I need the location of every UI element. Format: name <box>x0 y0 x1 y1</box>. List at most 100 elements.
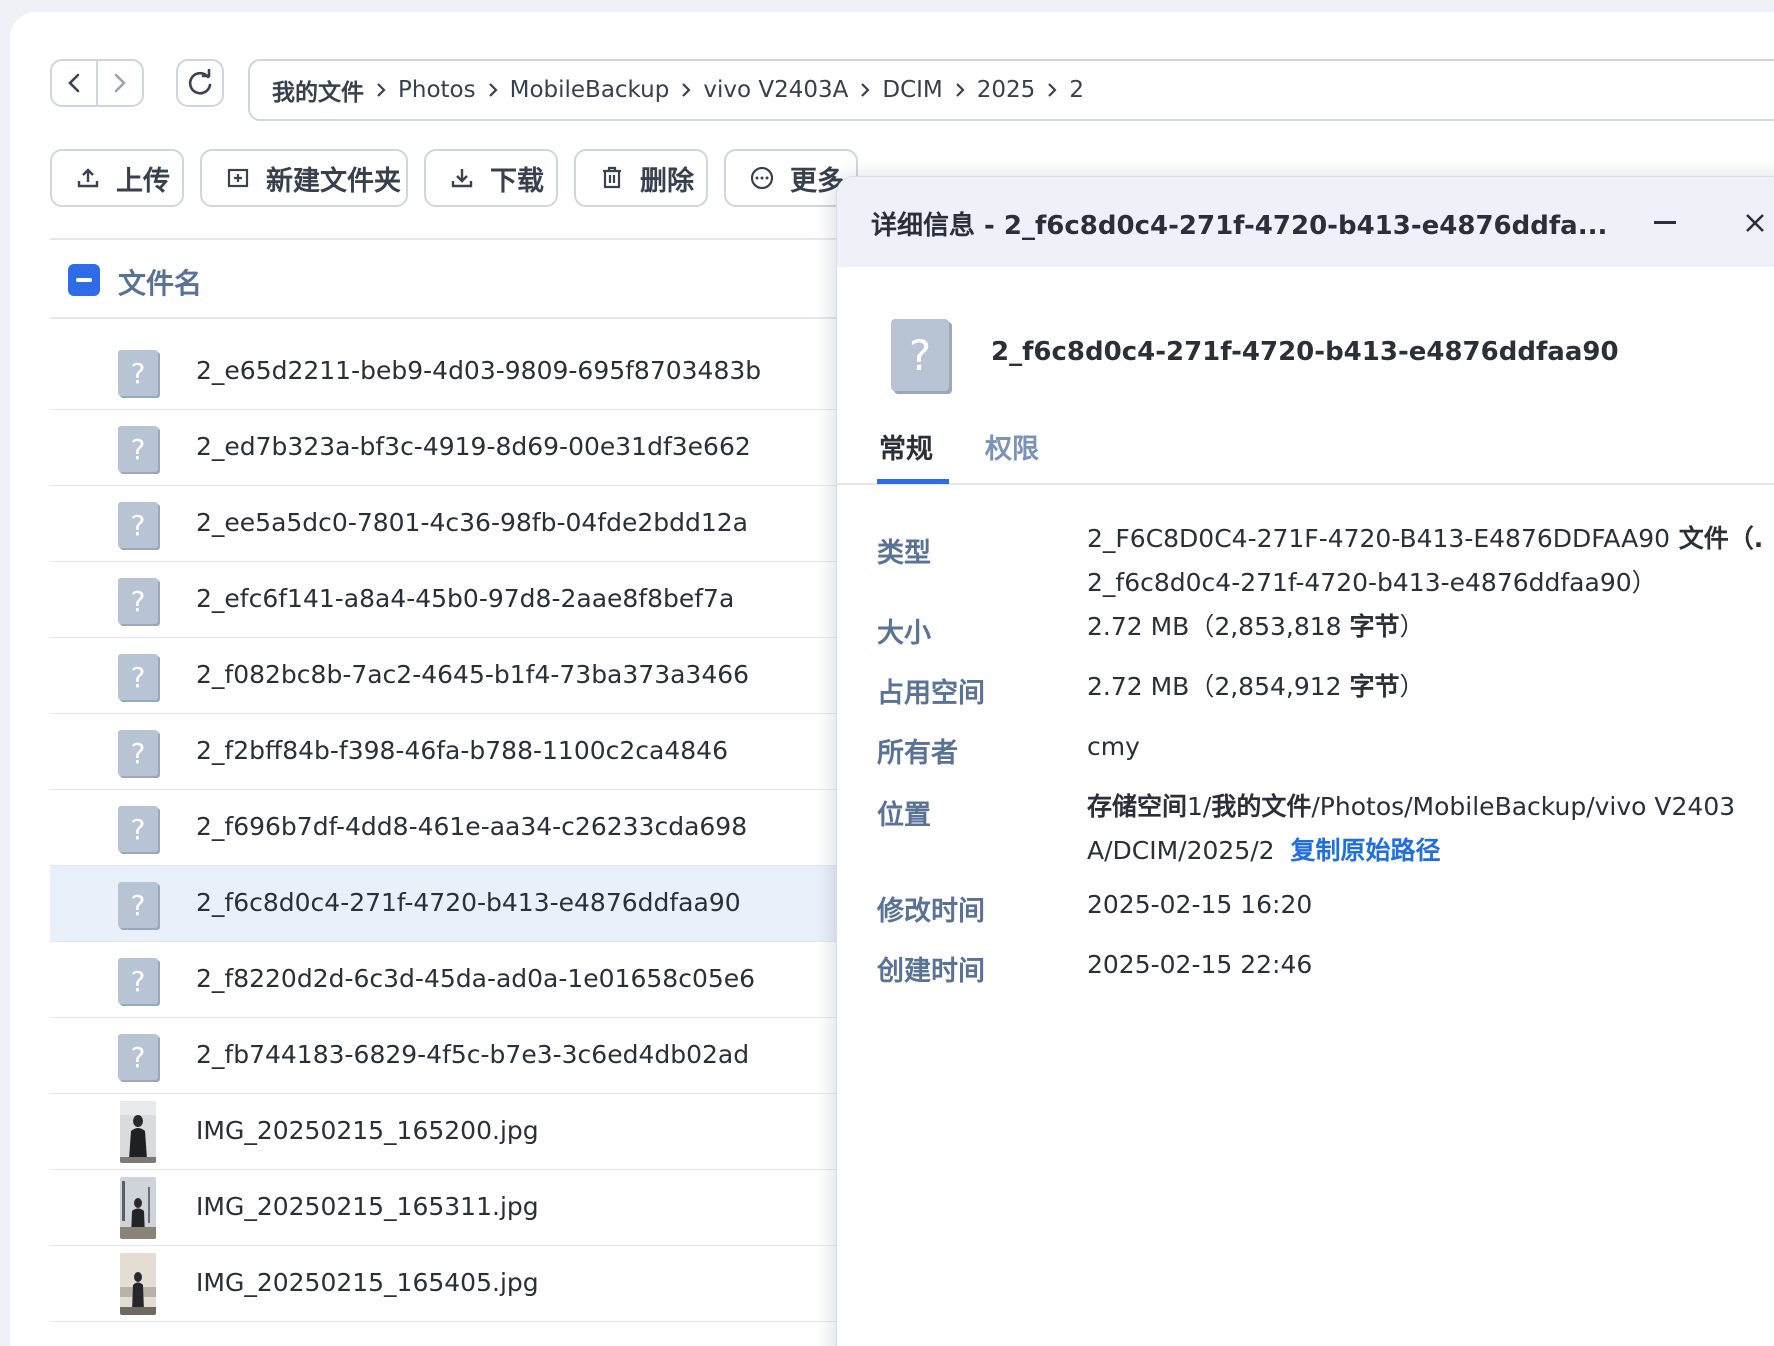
owner-label: 所有者 <box>877 738 958 769</box>
modified-value: 2025-02-15 16:20 <box>1087 890 1313 919</box>
chevron-right-icon <box>488 82 498 98</box>
filename-column-header[interactable]: 文件名 <box>118 262 202 302</box>
new-folder-button[interactable]: 新建文件夹 <box>200 149 408 207</box>
occupied-number: 2.72 MB（2,854,912 <box>1087 672 1350 701</box>
chevron-left-icon <box>68 73 80 93</box>
created-label: 创建时间 <box>877 956 985 987</box>
back-button[interactable] <box>52 61 96 105</box>
location-path2: A/DCIM/2025/2 <box>1087 836 1275 865</box>
location-value: 存储空间1/我的文件/Photos/MobileBackup/vivo V240… <box>1087 785 1774 873</box>
file-name: 2_ee5a5dc0-7801-4c36-98fb-04fde2bdd12a <box>196 508 748 537</box>
upload-button[interactable]: 上传 <box>50 149 184 207</box>
chevron-right-icon <box>114 73 126 93</box>
refresh-button[interactable] <box>176 59 224 107</box>
download-button[interactable]: 下载 <box>424 149 558 207</box>
file-row[interactable]: IMG_20250215_165311.jpg <box>50 1170 850 1246</box>
file-name: 2_fb744183-6829-4f5c-b7e3-3c6ed4db02ad <box>196 1040 750 1069</box>
file-name: 2_f082bc8b-7ac2-4645-b1f4-73ba373a3466 <box>196 660 750 689</box>
breadcrumb-item[interactable]: MobileBackup <box>510 77 670 103</box>
created-value: 2025-02-15 22:46 <box>1087 950 1313 979</box>
unknown-file-icon: ? <box>118 730 158 776</box>
file-row[interactable]: ? 2_ee5a5dc0-7801-4c36-98fb-04fde2bdd12a <box>50 486 850 562</box>
photo-thumbnail <box>120 1177 156 1239</box>
type-value: 2_F6C8D0C4-271F-4720-B413-E4876DDFAA90 文… <box>1087 517 1774 605</box>
file-name: IMG_20250215_165311.jpg <box>196 1192 539 1221</box>
file-row[interactable]: IMG_20250215_165405.jpg <box>50 1246 850 1322</box>
file-name: 2_ed7b323a-bf3c-4919-8d69-00e31df3e662 <box>196 432 751 461</box>
file-list: 文件名 ? 2_e65d2211-beb9-4d03-9809-695f87034… <box>50 238 850 1346</box>
upload-icon <box>77 168 99 188</box>
type-value-line2: 2_f6c8d0c4-271f-4720-b413-e4876ddfaa90） <box>1087 568 1657 597</box>
minimize-icon <box>1654 221 1676 224</box>
file-name: IMG_20250215_165200.jpg <box>196 1116 539 1145</box>
file-row[interactable]: ? 2_efc6f141-a8a4-45b0-97d8-2aae8f8bef7a <box>50 562 850 638</box>
chevron-right-icon <box>376 82 386 98</box>
file-name: 2_f6c8d0c4-271f-4720-b413-e4876ddfaa90 <box>196 888 741 917</box>
file-name: 2_f8220d2d-6c3d-45da-ad0a-1e01658c05e6 <box>196 964 756 993</box>
details-title: 详细信息 - 2_f6c8d0c4-271f-4720-b413-e4876dd… <box>871 211 1608 241</box>
file-name: 2_e65d2211-beb9-4d03-9809-695f8703483b <box>196 356 762 385</box>
download-icon <box>451 169 473 188</box>
more-icon <box>750 166 774 190</box>
unknown-file-icon: ? <box>118 1034 158 1080</box>
details-panel: 详细信息 - 2_f6c8d0c4-271f-4720-b413-e4876dd… <box>836 176 1774 1346</box>
breadcrumb-item[interactable]: 2025 <box>977 77 1036 103</box>
unknown-file-icon: ? <box>118 806 158 852</box>
forward-button[interactable] <box>96 61 142 105</box>
occupied-unit: 字节 <box>1349 672 1400 701</box>
breadcrumb-item[interactable]: vivo V2403A <box>703 77 848 103</box>
close-button[interactable] <box>1735 203 1774 243</box>
file-manager-window: 我的文件 Photos MobileBackup vivo V2403A DCIM 202… <box>10 12 1774 1346</box>
file-row[interactable]: ? 2_e65d2211-beb9-4d03-9809-695f8703483b <box>50 334 850 410</box>
occupied-label: 占用空间 <box>877 678 985 709</box>
type-value-line1: 2_F6C8D0C4-271F-4720-B413-E4876DDFAA90 <box>1087 524 1671 553</box>
unknown-file-icon: ? <box>118 426 158 472</box>
file-row[interactable]: ? 2_f8220d2d-6c3d-45da-ad0a-1e01658c05e6 <box>50 942 850 1018</box>
breadcrumb-item[interactable]: 我的文件 <box>272 73 364 107</box>
unknown-file-icon: ? <box>118 578 158 624</box>
new-folder-label: 新建文件夹 <box>266 165 401 197</box>
type-value-suffix: 文件（. <box>1670 524 1764 553</box>
chevron-right-icon <box>1047 82 1057 98</box>
breadcrumb-item[interactable]: Photos <box>398 77 476 103</box>
list-header: 文件名 <box>50 240 850 319</box>
location-storage: 存储空间 <box>1087 792 1188 821</box>
size-number: 2.72 MB（2,853,818 <box>1087 612 1350 641</box>
unknown-file-icon: ? <box>118 654 158 700</box>
minimize-button[interactable] <box>1645 203 1685 243</box>
close-icon <box>1746 214 1764 232</box>
details-header: 详细信息 - 2_f6c8d0c4-271f-4720-b413-e4876dd… <box>837 177 1774 267</box>
breadcrumb-item[interactable]: 2 <box>1069 77 1084 103</box>
details-file-name: 2_f6c8d0c4-271f-4720-b413-e4876ddfaa90 <box>991 337 1619 367</box>
select-all-checkbox[interactable] <box>68 264 100 296</box>
chevron-right-icon <box>681 82 691 98</box>
file-row[interactable]: IMG_20250215_165200.jpg <box>50 1094 850 1170</box>
tab-permissions[interactable]: 权限 <box>985 427 1039 466</box>
file-row[interactable]: ? 2_f6c8d0c4-271f-4720-b413-e4876ddfaa90 <box>50 866 850 942</box>
file-row[interactable]: ? 2_fb744183-6829-4f5c-b7e3-3c6ed4db02ad <box>50 1018 850 1094</box>
tab-general[interactable]: 常规 <box>879 427 933 466</box>
file-row[interactable]: ? 2_ed7b323a-bf3c-4919-8d69-00e31df3e662 <box>50 410 850 486</box>
location-path1: /Photos/MobileBackup/vivo V2403 <box>1311 792 1736 821</box>
occupied-value: 2.72 MB（2,854,912 字节） <box>1087 665 1774 709</box>
location-storage-num: 1/ <box>1187 792 1212 821</box>
file-row[interactable]: ? 2_f2bff84b-f398-46fa-b788-1100c2ca4846 <box>50 714 850 790</box>
file-row[interactable]: ? 2_f082bc8b-7ac2-4645-b1f4-73ba373a3466 <box>50 638 850 714</box>
modified-label: 修改时间 <box>877 896 985 927</box>
chevron-right-icon <box>955 82 965 98</box>
upload-label: 上传 <box>116 165 170 197</box>
location-myfiles: 我的文件 <box>1211 792 1312 821</box>
file-row[interactable]: ? 2_f696b7df-4dd8-461e-aa34-c26233cda698 <box>50 790 850 866</box>
breadcrumb-item[interactable]: DCIM <box>882 77 942 103</box>
copy-path-link[interactable]: 复制原始路径 <box>1290 836 1440 865</box>
file-name: IMG_20250215_165405.jpg <box>196 1268 539 1297</box>
unknown-file-icon: ? <box>118 350 158 396</box>
chevron-right-icon <box>860 82 870 98</box>
unknown-file-icon: ? <box>118 882 158 928</box>
photo-thumbnail <box>120 1101 156 1163</box>
download-label: 下载 <box>490 165 544 197</box>
size-unit: 字节 <box>1349 612 1400 641</box>
owner-value: cmy <box>1087 732 1140 761</box>
delete-button[interactable]: 删除 <box>574 149 708 207</box>
active-tab-indicator <box>877 479 949 484</box>
